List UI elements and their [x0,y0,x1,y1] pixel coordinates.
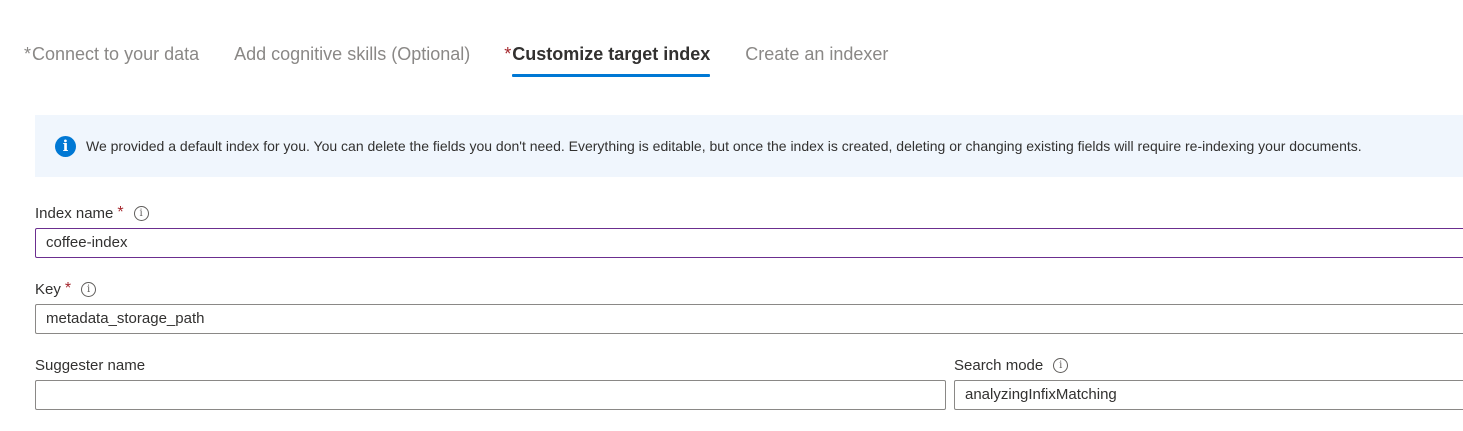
info-banner-text: We provided a default index for you. You… [86,138,1362,154]
customize-index-page: *Connect to your data Add cognitive skil… [0,0,1463,431]
required-mark: * [504,44,512,64]
info-tooltip-icon[interactable]: i [133,205,149,221]
search-mode-input[interactable]: analyzingInfixMatching [954,380,1463,410]
suggester-name-field: Suggester name [35,355,946,410]
index-name-input[interactable]: coffee-index [35,228,1463,258]
search-mode-label: Search mode [954,356,1044,374]
index-name-field: Index name * i coffee-index [35,203,1463,258]
tab-add-cognitive-skills[interactable]: Add cognitive skills (Optional) [233,42,470,66]
key-label: Key [35,280,61,298]
required-star: * [117,204,124,221]
key-input[interactable]: metadata_storage_path [35,304,1463,334]
suggester-name-label: Suggester name [35,356,146,374]
tab-create-an-indexer[interactable]: Create an indexer [744,42,888,66]
info-banner: i We provided a default index for you. Y… [35,115,1463,177]
info-tooltip-icon[interactable]: i [81,281,97,297]
tab-label: Connect to your data [32,44,200,64]
index-name-label: Index name [35,204,114,222]
suggester-name-input[interactable] [35,380,946,410]
info-icon: i [55,135,76,157]
tab-label: Add cognitive skills (Optional) [234,44,471,64]
tab-label: Create an indexer [745,44,889,64]
info-tooltip-icon[interactable]: i [1053,357,1069,373]
required-mark: * [24,44,32,64]
tab-customize-target-index[interactable]: *Customize target index [504,42,711,77]
tab-connect-to-your-data[interactable]: *Connect to your data [24,42,199,66]
required-star: * [64,280,72,297]
search-mode-field: Search mode i analyzingInfixMatching [954,355,1463,410]
key-field: Key * i metadata_storage_path [35,279,1463,334]
wizard-tabs: *Connect to your data Add cognitive skil… [24,42,922,82]
tab-label: Customize target index [512,44,711,77]
